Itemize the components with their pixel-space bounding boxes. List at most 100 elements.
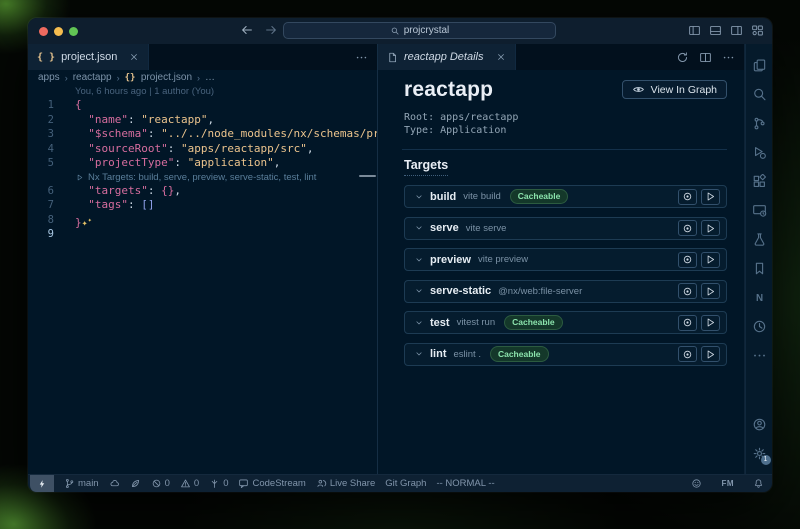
target-row-serve[interactable]: servevite serve <box>404 217 727 240</box>
scrollbar-marker[interactable] <box>359 175 376 177</box>
run-target-button[interactable] <box>701 189 720 205</box>
editor-group-left: { } project.json apps›reactapp›{} projec… <box>28 44 378 474</box>
run-target-button[interactable] <box>701 252 720 268</box>
chevron-down-icon[interactable] <box>414 349 424 359</box>
target-row-preview[interactable]: previewvite preview <box>404 248 727 271</box>
layout-controls <box>688 24 764 37</box>
view-target-details-button[interactable] <box>678 315 697 331</box>
desktop-background: projcrystal { } project.json <box>0 0 800 529</box>
activity-more-icon[interactable] <box>746 341 773 370</box>
code-line: 4 "sourceRoot": "apps/reactapp/src", <box>28 142 377 157</box>
root-label: Root: <box>404 112 434 123</box>
breadcrumb[interactable]: apps›reactapp›{} project.json›… <box>28 70 377 85</box>
activity-timeline-icon[interactable] <box>746 312 773 341</box>
activity-run-debug-icon[interactable] <box>746 138 773 167</box>
traffic-lights <box>39 27 78 36</box>
breadcrumb-item-project-json[interactable]: {} project.json <box>125 72 192 83</box>
activity-nx-console-icon[interactable]: N <box>746 283 773 312</box>
code-line: 8}✦✦ <box>28 213 377 228</box>
target-row-lint[interactable]: linteslint .Cacheable <box>404 343 727 366</box>
run-target-button[interactable] <box>701 315 720 331</box>
more-actions-icon[interactable] <box>355 51 368 64</box>
view-target-details-button[interactable] <box>678 346 697 362</box>
activity-files-icon[interactable] <box>746 51 773 80</box>
activity-extensions-icon[interactable] <box>746 167 773 196</box>
zoom-window-button[interactable] <box>69 27 78 36</box>
play-small-icon <box>705 286 716 297</box>
view-target-details-button[interactable] <box>678 220 697 236</box>
cacheable-badge: Cacheable <box>510 189 569 205</box>
cacheable-badge: Cacheable <box>490 346 549 362</box>
chevron-down-icon[interactable] <box>414 318 424 328</box>
status-feedback-smiley[interactable] <box>691 478 702 489</box>
git-blame-annotation[interactable]: You, 6 hours ago | 1 author (You) <box>62 85 214 98</box>
run-target-button[interactable] <box>701 346 720 362</box>
status-fm[interactable]: FM <box>721 479 734 488</box>
activity-test-beaker-icon[interactable] <box>746 225 773 254</box>
status-cloud-sync[interactable] <box>109 478 120 489</box>
command-center[interactable]: projcrystal <box>283 22 556 39</box>
chevron-down-icon[interactable] <box>414 192 424 202</box>
status-normal[interactable]: -- NORMAL -- <box>436 478 494 489</box>
tab-label: project.json <box>61 51 117 63</box>
nx-targets-codelens[interactable]: Nx Targets: build, serve, preview, serve… <box>62 171 316 184</box>
breadcrumb-item-reactapp[interactable]: reactapp <box>73 72 112 83</box>
target-row-test[interactable]: testvitest runCacheable <box>404 311 727 334</box>
back-icon[interactable] <box>240 23 254 37</box>
minimize-window-button[interactable] <box>54 27 63 36</box>
status-git-branch[interactable]: main <box>64 478 99 489</box>
toggle-secondary-sidebar-icon[interactable] <box>730 24 743 37</box>
view-target-details-button[interactable] <box>678 283 697 299</box>
activity-account-icon[interactable] <box>746 410 773 439</box>
split-editor-icon[interactable] <box>699 51 712 64</box>
activity-source-control-icon[interactable] <box>746 109 773 138</box>
customize-layout-icon[interactable] <box>751 24 764 37</box>
status-bell[interactable] <box>753 478 764 489</box>
status-live-share[interactable]: Live Share <box>316 478 375 489</box>
target-row-serve-static[interactable]: serve-static@nx/web:file-server <box>404 280 727 303</box>
breadcrumb-separator: › <box>65 73 68 83</box>
refresh-icon[interactable] <box>676 51 689 64</box>
line-number: 9 <box>28 227 62 242</box>
breadcrumb-item--[interactable]: … <box>205 72 215 83</box>
activity-bookmarks-icon[interactable] <box>746 254 773 283</box>
forward-icon[interactable] <box>264 23 278 37</box>
eye-circle-icon <box>682 286 693 297</box>
status-remote-lightning[interactable] <box>30 475 54 493</box>
status-codestream[interactable]: CodeStream <box>238 478 305 489</box>
close-window-button[interactable] <box>39 27 48 36</box>
play-small-icon <box>705 191 716 202</box>
run-target-button[interactable] <box>701 283 720 299</box>
status-git-graph[interactable]: Git Graph <box>385 478 426 489</box>
chevron-down-icon[interactable] <box>414 223 424 233</box>
more-actions-icon[interactable] <box>722 51 735 64</box>
target-row-build[interactable]: buildvite buildCacheable <box>404 185 727 208</box>
status-warning-triangle[interactable]: 0 <box>180 478 199 489</box>
close-tab-icon[interactable] <box>129 52 139 62</box>
type-label: Type: <box>404 125 434 136</box>
close-tab-icon[interactable] <box>496 52 506 62</box>
json-file-icon: {} <box>125 73 141 83</box>
status-antenna[interactable]: 0 <box>209 478 228 489</box>
leaf-icon <box>130 478 141 489</box>
code-line: 5 "projectType": "application", <box>28 156 377 171</box>
toggle-panel-icon[interactable] <box>709 24 722 37</box>
chevron-down-icon[interactable] <box>414 286 424 296</box>
activity-search-icon[interactable] <box>746 80 773 109</box>
tab-reactapp-details[interactable]: reactapp Details <box>378 44 516 70</box>
chevron-down-icon[interactable] <box>414 255 424 265</box>
tab-project-json[interactable]: { } project.json <box>28 44 149 70</box>
status-error-circle[interactable]: 0 <box>151 478 170 489</box>
view-target-details-button[interactable] <box>678 252 697 268</box>
activity-remote-explorer-icon[interactable] <box>746 196 773 225</box>
view-in-graph-button[interactable]: View In Graph <box>622 80 727 99</box>
status-leaf[interactable] <box>130 478 141 489</box>
activity-settings-gear-icon[interactable]: 1 <box>746 439 773 468</box>
run-target-button[interactable] <box>701 220 720 236</box>
type-value: Application <box>440 125 506 136</box>
breadcrumb-item-apps[interactable]: apps <box>38 72 60 83</box>
code-editor[interactable]: You, 6 hours ago | 1 author (You)1{2 "na… <box>28 85 377 474</box>
toggle-sidebar-icon[interactable] <box>688 24 701 37</box>
view-target-details-button[interactable] <box>678 189 697 205</box>
eye-icon <box>632 83 645 96</box>
